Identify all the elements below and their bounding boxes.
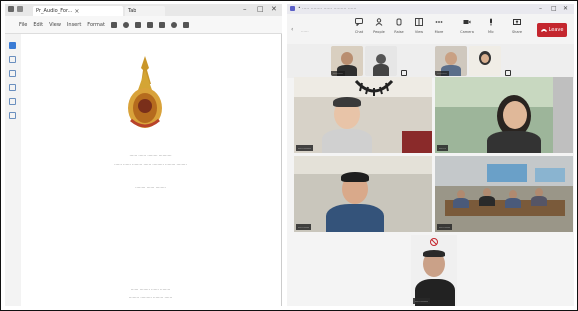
menu-view[interactable]: View — [49, 22, 61, 28]
meeting-titlebar: • ..... ........ ...... ......... ......… — [287, 4, 574, 14]
raise-hand-button[interactable]: Raise — [391, 18, 407, 35]
tab-title: Pr_Audio_For... — [36, 8, 73, 14]
document-line-4: ...... ........ ...... ........ — [130, 286, 171, 291]
participant-thumbnail[interactable] — [365, 46, 397, 76]
participant-name: ...... — [437, 145, 448, 151]
raise-label: Raise — [394, 30, 404, 34]
more-label: More — [434, 30, 444, 34]
maximize-icon[interactable]: □ — [551, 5, 557, 12]
chat-label: Chat — [354, 30, 364, 34]
hand-icon — [396, 18, 402, 26]
view-icon — [415, 18, 423, 26]
chat-button[interactable]: Chat — [351, 18, 367, 35]
menu-edit[interactable]: Edit — [33, 22, 43, 28]
mic-icon — [490, 18, 492, 26]
print-icon[interactable] — [158, 21, 165, 28]
leave-label: Leave — [548, 27, 564, 33]
video-tile[interactable]: .......... — [294, 156, 432, 232]
document-line-3: ........ ...... ........ — [135, 184, 166, 189]
participant-strip: .......... .......... — [287, 44, 574, 78]
document-line-2: ...... ...... ........ ...... ......... … — [114, 161, 187, 166]
browser-titlebar: Pr_Audio_For... × Tab – □ ✕ — [5, 4, 282, 16]
share-icon — [513, 19, 521, 25]
tab-title-2: Tab — [128, 8, 137, 14]
chat-icon — [355, 18, 363, 26]
share-button[interactable]: Share — [509, 18, 525, 35]
document-window: Pr_Audio_For... × Tab – □ ✕ File Edit Vi… — [5, 4, 282, 306]
participant-thumbnail[interactable]: .......... — [435, 46, 467, 76]
pen-tool-icon[interactable] — [9, 70, 16, 77]
view-label: View — [414, 30, 424, 34]
menu-insert[interactable]: Insert — [67, 22, 81, 28]
camera-icon — [463, 20, 471, 24]
close-icon[interactable]: × — [74, 8, 79, 15]
maximize-icon[interactable]: □ — [257, 5, 264, 13]
share-label: Share — [511, 30, 523, 34]
phone-icon — [540, 29, 547, 32]
meeting-window: • ..... ........ ...... ......... ......… — [287, 4, 574, 306]
mic-off-icon — [401, 70, 407, 76]
people-label: People — [373, 30, 385, 34]
search-tool-icon[interactable] — [9, 98, 16, 105]
settings-icon[interactable] — [170, 21, 177, 28]
mic-off-icon — [505, 70, 511, 76]
table-icon[interactable] — [146, 21, 153, 28]
people-icon — [375, 18, 383, 26]
view-button[interactable]: View — [411, 18, 427, 35]
video-tile[interactable]: .......... — [435, 156, 573, 232]
screen: Pr_Audio_For... × Tab – □ ✕ File Edit Vi… — [0, 0, 578, 311]
text-tool-icon[interactable] — [9, 112, 16, 119]
camera-button[interactable]: Camera — [459, 18, 475, 35]
minimize-icon[interactable]: – — [539, 5, 542, 12]
participant-name: ............ — [296, 145, 314, 151]
menu-format[interactable]: Format — [87, 22, 105, 28]
color-icon[interactable] — [122, 21, 129, 28]
meeting-title: • ..... ........ ...... ......... ...... — [298, 6, 357, 11]
mic-off-icon — [430, 238, 438, 246]
leave-button[interactable]: Leave — [537, 23, 567, 37]
more-button[interactable]: More — [431, 18, 447, 35]
app-icon — [8, 6, 14, 12]
wall-decoration — [354, 79, 394, 96]
participant-thumbnail[interactable]: .......... — [331, 46, 363, 76]
close-window-icon[interactable]: ✕ — [271, 5, 277, 13]
select-tool-icon[interactable] — [9, 42, 16, 49]
video-tile[interactable]: ............ — [294, 77, 432, 153]
mic-label: Mic — [488, 30, 494, 34]
more-menu-icon[interactable] — [182, 21, 189, 28]
bold-icon[interactable] — [110, 21, 117, 28]
menubar: File Edit View Insert Format — [5, 16, 282, 34]
tool-strip — [5, 34, 21, 306]
participant-thumbnail[interactable] — [469, 46, 501, 76]
video-tile[interactable]: ............ — [411, 235, 457, 306]
university-emblem — [128, 56, 162, 128]
back-icon[interactable]: ‹ — [291, 26, 293, 33]
minimize-icon[interactable]: – — [243, 5, 247, 13]
thumbnail-name: .......... — [331, 71, 345, 76]
mic-button[interactable]: Mic — [483, 18, 499, 35]
participant-name: ............ — [413, 298, 431, 304]
meeting-toolbar: ‹ ...... Chat People Raise View More Cam… — [287, 14, 574, 45]
zoom-tool-icon[interactable] — [9, 56, 16, 63]
tab-second[interactable]: Tab — [125, 6, 165, 16]
participant-name: .......... — [437, 224, 453, 230]
document-page: ...... ...... ........ .......... ......… — [21, 34, 280, 306]
thumbnail-name: .......... — [435, 71, 449, 76]
tab-grid-icon[interactable] — [17, 6, 23, 12]
highlight-tool-icon[interactable] — [9, 84, 16, 91]
menu-file[interactable]: File — [19, 22, 27, 28]
document-line-5: ........ ......... ........ ...... — [128, 294, 173, 299]
camera-label: Camera — [460, 30, 474, 34]
video-tile[interactable]: ...... — [435, 77, 573, 153]
back-label[interactable]: ...... — [301, 28, 309, 33]
scrollbar[interactable] — [281, 34, 282, 306]
document-line-1: ...... ...... ........ .......... — [129, 152, 172, 157]
close-window-icon[interactable]: ✕ — [563, 5, 568, 12]
participant-name: .......... — [296, 224, 312, 230]
teams-icon — [290, 6, 295, 11]
people-button[interactable]: People — [371, 18, 387, 35]
image-icon[interactable] — [134, 21, 141, 28]
tab-document[interactable]: Pr_Audio_For... × — [33, 6, 123, 16]
more-icon — [435, 21, 443, 23]
